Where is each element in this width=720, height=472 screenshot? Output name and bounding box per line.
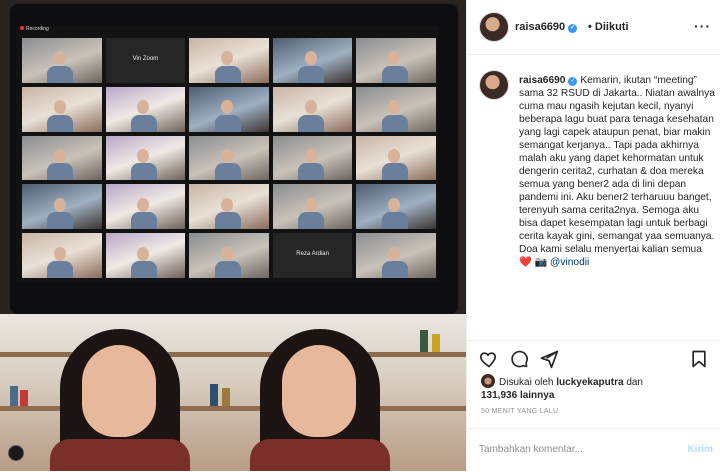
zoom-tile — [356, 86, 436, 132]
likes-prefix: Disukai oleh — [499, 377, 554, 388]
person-left — [40, 321, 200, 471]
follow-status[interactable]: • Diikuti — [588, 21, 629, 33]
zoom-tile — [105, 135, 186, 181]
zoom-tile — [189, 86, 269, 132]
comment-icon[interactable] — [509, 349, 529, 369]
caption-section: raisa6690 ✓ Kemarin, ikutan “meeting” sam… — [467, 62, 720, 337]
send-comment-button[interactable]: Kirim — [687, 444, 713, 455]
zoom-tile — [105, 233, 186, 278]
likes-summary: Disukai oleh luckyekaputra dan 131,936 l… — [481, 374, 711, 402]
zoom-tile — [356, 233, 436, 278]
zoom-tile — [356, 184, 436, 230]
zoom-tile — [272, 135, 353, 181]
post-photo[interactable]: Recording Vin Zoom Reza Ardian — [0, 0, 466, 471]
zoom-tile — [22, 184, 102, 230]
likes-middle: dan — [626, 377, 643, 388]
zoom-participant-grid: Vin Zoom Reza Ardian — [22, 38, 436, 278]
bookmark-icon[interactable] — [689, 349, 709, 369]
zoom-tile — [22, 86, 102, 132]
avatar[interactable] — [479, 12, 509, 42]
zoom-tile — [105, 184, 186, 230]
zoom-tile — [22, 233, 102, 278]
zoom-tile — [105, 86, 186, 132]
tagged-user-icon[interactable] — [8, 445, 24, 461]
zoom-tile: Vin Zoom — [105, 38, 186, 83]
caption: raisa6690 ✓ Kemarin, ikutan “meeting” sam… — [519, 74, 715, 269]
share-icon[interactable] — [539, 349, 559, 369]
zoom-tile — [272, 86, 353, 132]
zoom-tile — [272, 38, 353, 83]
post-timestamp[interactable]: 50 MENIT YANG LALU — [481, 408, 558, 415]
post-username[interactable]: raisa6690 ✓ — [515, 21, 578, 33]
avatar[interactable] — [481, 374, 495, 388]
post-header: raisa6690 ✓ • Diikuti ··· — [467, 0, 720, 55]
avatar[interactable] — [479, 70, 509, 100]
room-background — [0, 314, 466, 471]
zoom-tile — [189, 135, 269, 181]
post-actions — [467, 340, 720, 375]
zoom-tile — [356, 135, 436, 181]
zoom-tile-name: Reza Ardian — [296, 251, 329, 258]
likes-count[interactable]: 131,936 lainnya — [481, 390, 554, 401]
recording-indicator: Recording — [20, 26, 49, 32]
zoom-tile — [189, 184, 269, 230]
likes-user[interactable]: luckyekaputra — [556, 377, 623, 388]
zoom-tile — [189, 38, 269, 83]
more-dots-icon[interactable]: ··· — [694, 18, 711, 34]
person-right — [240, 321, 400, 471]
comment-input[interactable]: Tambahkan komentar... — [479, 444, 583, 455]
zoom-tile — [272, 184, 353, 230]
heart-icon[interactable] — [479, 349, 499, 369]
comment-box: Tambahkan komentar... Kirim — [467, 428, 720, 472]
caption-mention[interactable]: @vinodii — [550, 257, 589, 268]
post-sidebar: raisa6690 ✓ • Diikuti ··· raisa6690 ✓ Kema… — [466, 0, 720, 471]
zoom-tile: Reza Ardian — [272, 233, 353, 278]
caption-emoji: ❤️ 📷 — [519, 257, 548, 268]
zoom-tile — [356, 38, 436, 83]
zoom-tile — [22, 38, 102, 83]
caption-text: Kemarin, ikutan “meeting” sama 32 RSUD d… — [519, 75, 715, 255]
verified-badge-icon: ✓ — [568, 77, 578, 86]
zoom-tile-name: Vin Zoom — [132, 55, 159, 62]
zoom-tile — [189, 233, 269, 278]
verified-badge-icon: ✓ — [568, 24, 578, 33]
caption-username[interactable]: raisa6690 — [519, 75, 565, 86]
zoom-tile — [22, 135, 102, 181]
